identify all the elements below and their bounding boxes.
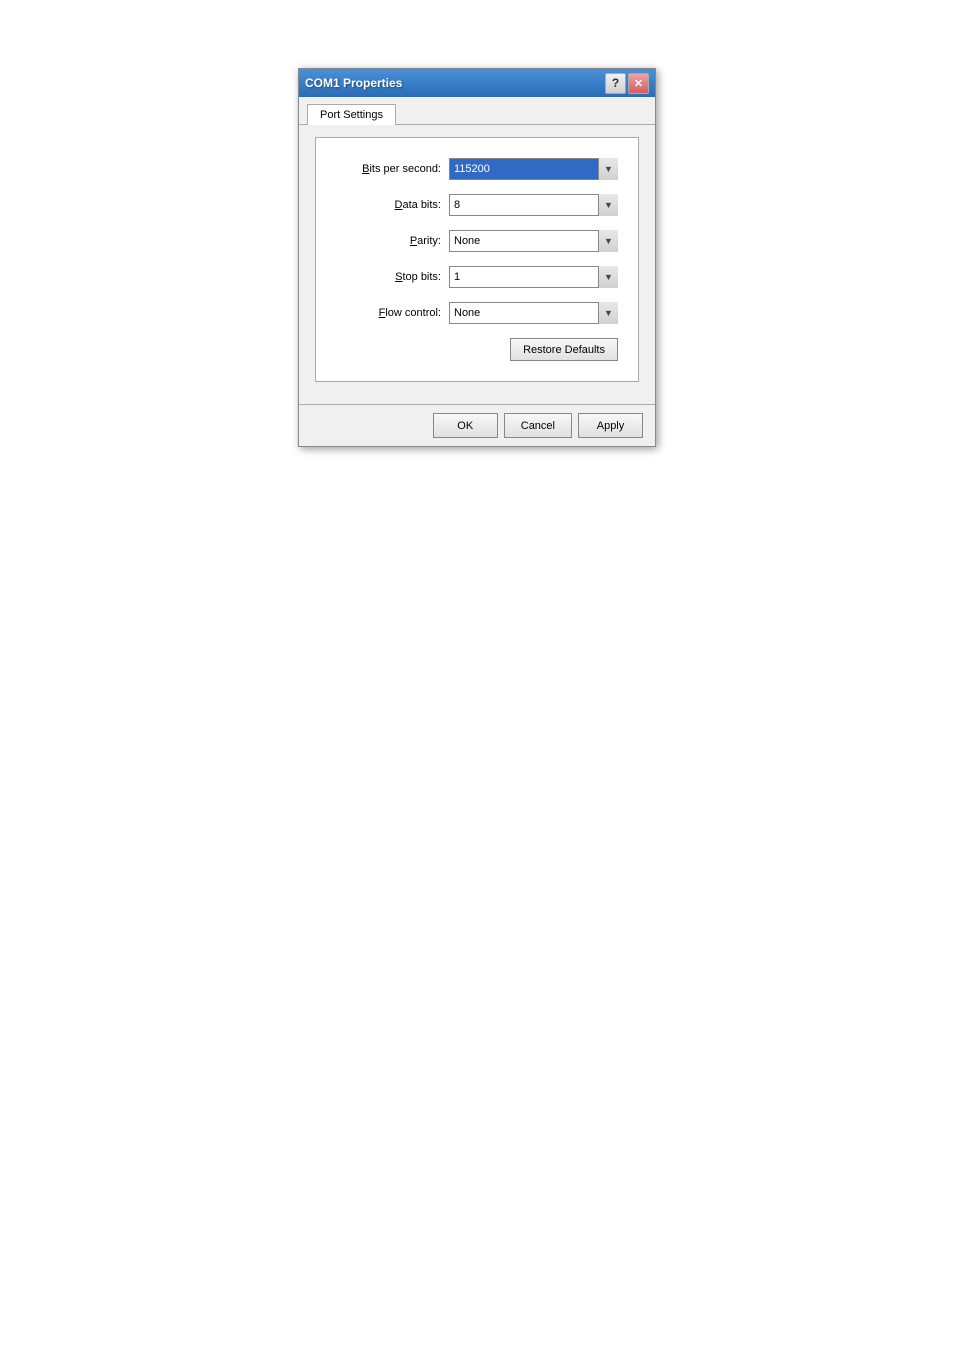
data-bits-label: Data bits: bbox=[336, 199, 441, 211]
data-bits-select[interactable]: 5 6 7 8 bbox=[449, 194, 618, 216]
restore-defaults-button[interactable]: Restore Defaults bbox=[510, 338, 618, 361]
data-bits-wrapper: 5 6 7 8 bbox=[449, 194, 618, 216]
cancel-button[interactable]: Cancel bbox=[504, 413, 572, 438]
stop-bits-select[interactable]: 1 1.5 2 bbox=[449, 266, 618, 288]
title-bar: COM1 Properties ? ✕ bbox=[299, 69, 655, 97]
ok-button[interactable]: OK bbox=[433, 413, 498, 438]
title-bar-buttons: ? ✕ bbox=[605, 73, 649, 94]
help-button[interactable]: ? bbox=[605, 73, 626, 94]
dialog-title: COM1 Properties bbox=[305, 76, 402, 90]
bits-per-second-wrapper: 110 300 600 1200 2400 4800 9600 14400 19… bbox=[449, 158, 618, 180]
apply-button[interactable]: Apply bbox=[578, 413, 643, 438]
parity-wrapper: None Even Odd Mark Space bbox=[449, 230, 618, 252]
flow-control-label: Flow control: bbox=[336, 307, 441, 319]
data-bits-row: Data bits: 5 6 7 8 bbox=[336, 194, 618, 216]
port-settings-tab-label: Port Settings bbox=[320, 109, 383, 121]
parity-label: Parity: bbox=[336, 235, 441, 247]
stop-bits-row: Stop bits: 1 1.5 2 bbox=[336, 266, 618, 288]
port-settings-tab[interactable]: Port Settings bbox=[307, 104, 396, 125]
flow-control-wrapper: None Xon / Xoff Hardware bbox=[449, 302, 618, 324]
bits-per-second-select[interactable]: 110 300 600 1200 2400 4800 9600 14400 19… bbox=[449, 158, 618, 180]
stop-bits-wrapper: 1 1.5 2 bbox=[449, 266, 618, 288]
bits-per-second-label: Bits per second: bbox=[336, 163, 441, 175]
stop-bits-label: Stop bits: bbox=[336, 271, 441, 283]
parity-row: Parity: None Even Odd Mark Space bbox=[336, 230, 618, 252]
dialog-footer: OK Cancel Apply bbox=[299, 404, 655, 446]
dialog-window: COM1 Properties ? ✕ Port Settings Bits p… bbox=[298, 68, 656, 447]
parity-select[interactable]: None Even Odd Mark Space bbox=[449, 230, 618, 252]
restore-defaults-row: Restore Defaults bbox=[336, 338, 618, 361]
close-button[interactable]: ✕ bbox=[628, 73, 649, 94]
bits-per-second-row: Bits per second: 110 300 600 1200 2400 4… bbox=[336, 158, 618, 180]
tab-bar: Port Settings bbox=[299, 97, 655, 125]
settings-box: Bits per second: 110 300 600 1200 2400 4… bbox=[315, 137, 639, 382]
dialog-content: Bits per second: 110 300 600 1200 2400 4… bbox=[299, 125, 655, 404]
flow-control-row: Flow control: None Xon / Xoff Hardware bbox=[336, 302, 618, 324]
flow-control-select[interactable]: None Xon / Xoff Hardware bbox=[449, 302, 618, 324]
